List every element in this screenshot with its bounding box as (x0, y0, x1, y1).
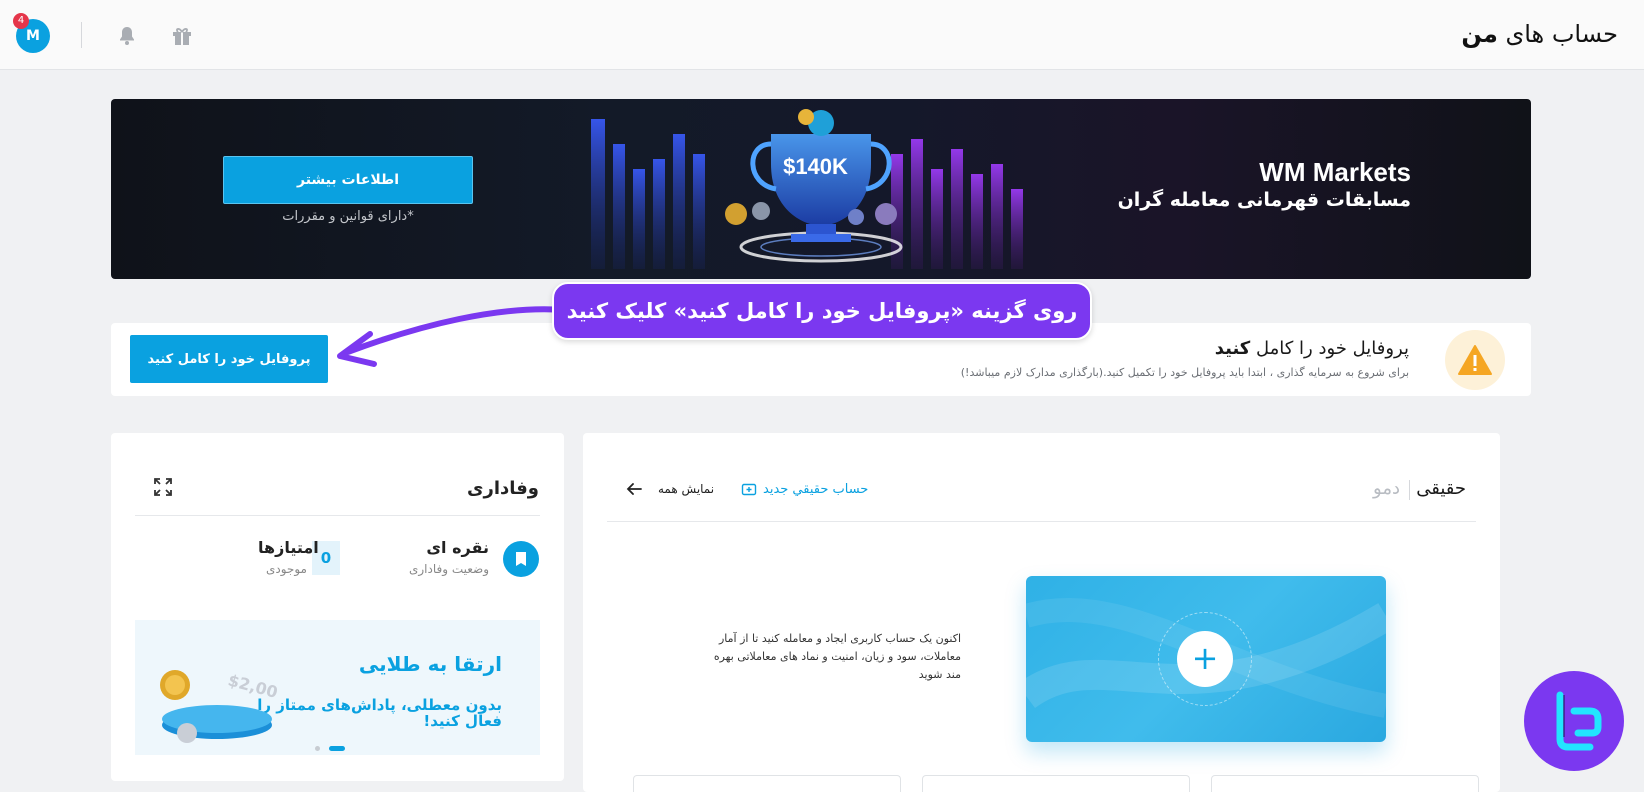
new-real-account-link[interactable]: حساب حقیقي جدید (741, 481, 868, 497)
page-title-bold: من (1461, 20, 1498, 48)
create-account-card[interactable]: + (1026, 576, 1386, 742)
page-title: حساب های من (1461, 20, 1618, 48)
gold-upgrade-promo[interactable]: ارتقا به طلایی بدون معطلی، پاداش‌های ممت… (135, 620, 540, 755)
accounts-card: حقیقی دمو حساب حقیقي جدید نمایش همه اکنو… (583, 433, 1500, 792)
arrow-left-icon[interactable] (625, 480, 643, 498)
banner-subtitle: مسابقات قهرمانی معامله گران (1117, 189, 1411, 211)
warning-icon (1458, 345, 1492, 375)
page-title-prefix: حساب های (1505, 20, 1618, 48)
tab-separator (1409, 480, 1410, 500)
complete-profile-button[interactable]: پروفایل خود را کامل کنید (130, 335, 328, 383)
new-account-label: حساب حقیقي جدید (763, 481, 869, 497)
promo-banner: WM Markets مسابقات قهرمانی معامله گران ا… (111, 99, 1531, 279)
profile-alert-title-prefix: پروفایل خود را کامل (1256, 338, 1409, 359)
warning-icon-wrapper (1445, 330, 1505, 390)
accounts-description: اکنون یک حساب کاربری ایجاد و معامله کنید… (713, 632, 961, 681)
wallet-add-icon (741, 483, 757, 496)
plus-icon[interactable]: + (1177, 631, 1233, 687)
coins-illustration: $2,000 (160, 670, 277, 743)
points-label: موجودی (266, 562, 307, 576)
gift-icon[interactable] (170, 24, 194, 48)
loyalty-divider (135, 515, 540, 516)
profile-alert-description: برای شروع به سرمایه گذاری ، ابتدا باید پ… (960, 366, 1409, 379)
promo-title: ارتقا به طلایی (358, 652, 502, 676)
profile-alert-title-bold: کنید (1214, 338, 1251, 359)
notification-count-badge: 4 (13, 13, 29, 29)
promo-pagination[interactable] (315, 738, 346, 757)
points-name: امتیازها (258, 538, 319, 557)
account-card-stub (1211, 775, 1479, 792)
watermark-logo (1524, 671, 1624, 771)
promo-dot-inactive[interactable] (315, 746, 320, 751)
tier-badge-icon (503, 541, 539, 577)
banner-prize: $140K (783, 154, 848, 179)
loyalty-tier-label: وضعیت وفاداری (408, 562, 489, 576)
promo-dot-active[interactable] (329, 746, 346, 751)
account-card-stub (922, 775, 1190, 792)
loyalty-card: وفاداری نقره ای وضعیت وفاداری 0 امتیازها… (111, 433, 564, 781)
expand-icon[interactable] (153, 477, 173, 497)
profile-alert-title: پروفایل خود را کامل کنید (1215, 338, 1409, 359)
loyalty-title: وفاداری (467, 478, 539, 499)
bell-icon[interactable] (115, 24, 139, 48)
trophy-illustration (591, 109, 1023, 269)
promo-text: بدون معطلی، پاداش‌های ممتاز را فعال کنید… (257, 696, 502, 730)
top-bar-divider (81, 22, 82, 48)
top-bar: حساب های من 4 M (0, 0, 1644, 70)
accounts-divider (607, 521, 1476, 522)
promo-amount: $2,000 (226, 671, 277, 705)
annotation-arrow (337, 306, 568, 367)
tab-demo[interactable]: دمو (1373, 478, 1400, 499)
banner-brand: WM Markets (1259, 157, 1411, 187)
banner-rules-note: *دارای قوانین و مقررات (282, 209, 414, 224)
more-info-button[interactable]: اطلاعات بیشتر (223, 156, 473, 204)
tl-logo-mark (1556, 691, 1602, 751)
show-all-link[interactable]: نمایش همه (658, 482, 714, 496)
annotation-callout: روی گزینه «پروفایل خود را کامل کنید» کلی… (552, 282, 1092, 340)
tab-real[interactable]: حقیقی (1416, 478, 1466, 499)
account-card-stub (633, 775, 901, 792)
loyalty-tier-name: نقره ای (426, 538, 489, 557)
